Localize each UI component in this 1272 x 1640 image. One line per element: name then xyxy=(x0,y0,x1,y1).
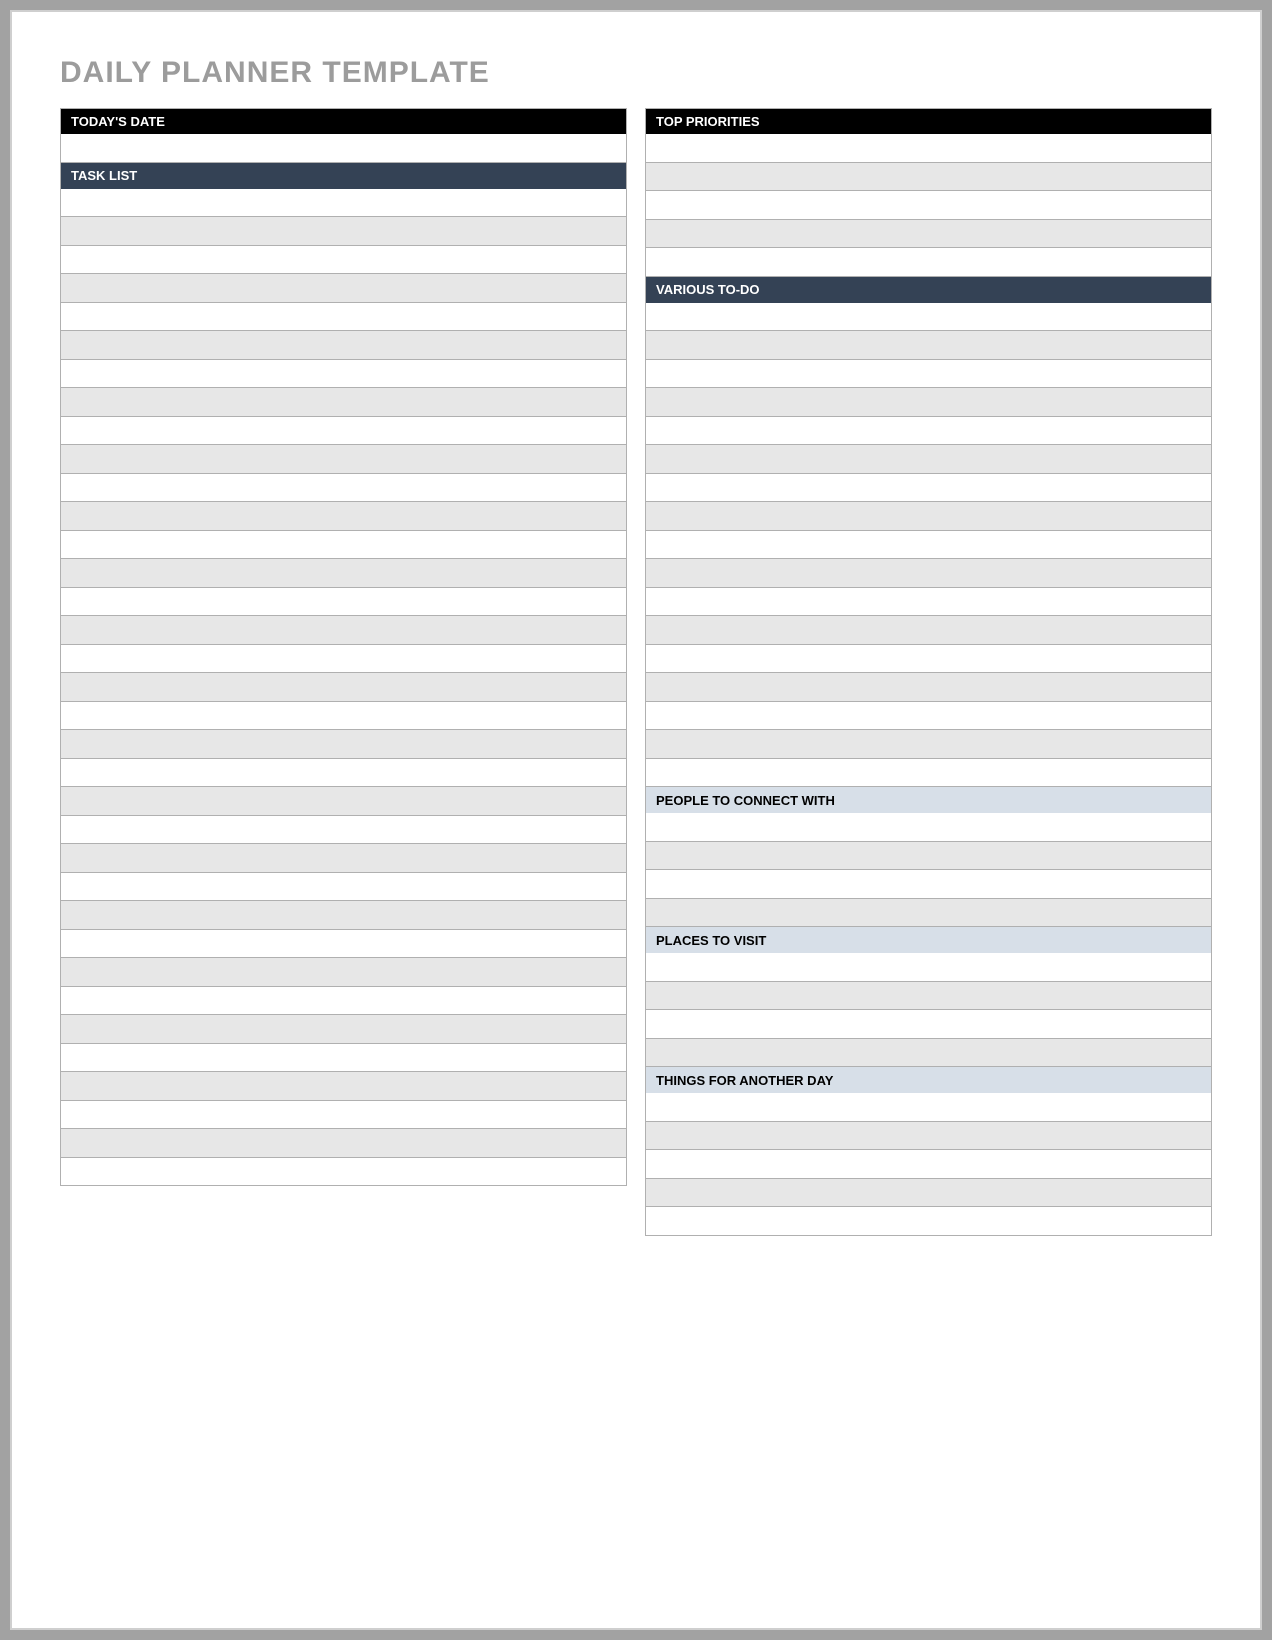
planner-row[interactable] xyxy=(60,616,627,645)
planner-row[interactable] xyxy=(60,1101,627,1130)
planner-row[interactable] xyxy=(645,388,1212,417)
planner-row[interactable] xyxy=(645,1207,1212,1236)
planner-row[interactable] xyxy=(60,531,627,560)
planner-row[interactable] xyxy=(645,1122,1212,1151)
planner-row[interactable] xyxy=(645,673,1212,702)
header-top-priorities: TOP PRIORITIES xyxy=(645,108,1212,134)
planner-row[interactable] xyxy=(645,474,1212,503)
planner-row[interactable] xyxy=(60,987,627,1016)
planner-row[interactable] xyxy=(60,1158,627,1187)
left-column: TODAY'S DATE TASK LIST xyxy=(60,108,627,1236)
planner-row[interactable] xyxy=(60,958,627,987)
planner-row[interactable] xyxy=(60,901,627,930)
planner-row[interactable] xyxy=(60,730,627,759)
planner-row[interactable] xyxy=(645,1093,1212,1122)
planner-row[interactable] xyxy=(645,417,1212,446)
planner-row[interactable] xyxy=(645,1179,1212,1208)
planner-row[interactable] xyxy=(60,645,627,674)
planner-row[interactable] xyxy=(60,1044,627,1073)
planner-row[interactable] xyxy=(60,189,627,218)
planner-row[interactable] xyxy=(60,702,627,731)
planner-row[interactable] xyxy=(645,730,1212,759)
planner-row[interactable] xyxy=(645,531,1212,560)
planner-row[interactable] xyxy=(645,1039,1212,1068)
planner-row[interactable] xyxy=(645,220,1212,249)
planner-row[interactable] xyxy=(60,331,627,360)
planner-row[interactable] xyxy=(645,360,1212,389)
planner-row[interactable] xyxy=(645,248,1212,277)
planner-row[interactable] xyxy=(645,134,1212,163)
planner-row[interactable] xyxy=(645,445,1212,474)
planner-row[interactable] xyxy=(645,616,1212,645)
planner-row[interactable] xyxy=(60,417,627,446)
planner-row[interactable] xyxy=(645,502,1212,531)
planner-row[interactable] xyxy=(60,1015,627,1044)
header-todays-date: TODAY'S DATE xyxy=(60,108,627,134)
planner-row[interactable] xyxy=(60,445,627,474)
right-column: TOP PRIORITIES VARIOUS TO-DO PEOPLE TO C… xyxy=(645,108,1212,1236)
planner-row[interactable] xyxy=(645,953,1212,982)
planner-row[interactable] xyxy=(645,982,1212,1011)
planner-row[interactable] xyxy=(60,246,627,275)
planner-row[interactable] xyxy=(645,870,1212,899)
planner-row[interactable] xyxy=(60,502,627,531)
planner-row[interactable] xyxy=(60,759,627,788)
planner-row[interactable] xyxy=(60,360,627,389)
planner-row[interactable] xyxy=(60,1072,627,1101)
planner-row[interactable] xyxy=(60,474,627,503)
planner-row[interactable] xyxy=(60,1129,627,1158)
planner-row[interactable] xyxy=(645,331,1212,360)
planner-page: DAILY PLANNER TEMPLATE TODAY'S DATE TASK… xyxy=(10,10,1262,1630)
planner-row[interactable] xyxy=(645,588,1212,617)
header-places-to-visit: PLACES TO VISIT xyxy=(645,927,1212,953)
header-task-list: TASK LIST xyxy=(60,163,627,189)
planner-row[interactable] xyxy=(60,787,627,816)
planner-row[interactable] xyxy=(60,303,627,332)
planner-row[interactable] xyxy=(645,759,1212,788)
planner-row[interactable] xyxy=(60,274,627,303)
planner-row[interactable] xyxy=(645,645,1212,674)
planner-row[interactable] xyxy=(645,163,1212,192)
planner-row[interactable] xyxy=(60,134,627,163)
header-various-todo: VARIOUS TO-DO xyxy=(645,277,1212,303)
planner-row[interactable] xyxy=(645,899,1212,928)
planner-row[interactable] xyxy=(60,217,627,246)
planner-row[interactable] xyxy=(60,388,627,417)
planner-row[interactable] xyxy=(645,1150,1212,1179)
planner-row[interactable] xyxy=(645,559,1212,588)
planner-row[interactable] xyxy=(60,588,627,617)
planner-row[interactable] xyxy=(645,842,1212,871)
planner-row[interactable] xyxy=(645,813,1212,842)
columns-wrapper: TODAY'S DATE TASK LIST TOP PRIORITIES VA… xyxy=(60,108,1212,1236)
planner-row[interactable] xyxy=(645,702,1212,731)
planner-row[interactable] xyxy=(60,844,627,873)
header-things-for-another-day: THINGS FOR ANOTHER DAY xyxy=(645,1067,1212,1093)
planner-row[interactable] xyxy=(645,191,1212,220)
planner-row[interactable] xyxy=(60,816,627,845)
planner-row[interactable] xyxy=(60,873,627,902)
planner-row[interactable] xyxy=(645,303,1212,332)
planner-row[interactable] xyxy=(60,559,627,588)
page-title: DAILY PLANNER TEMPLATE xyxy=(60,56,1212,90)
header-people-to-connect-with: PEOPLE TO CONNECT WITH xyxy=(645,787,1212,813)
planner-row[interactable] xyxy=(60,930,627,959)
planner-row[interactable] xyxy=(645,1010,1212,1039)
planner-row[interactable] xyxy=(60,673,627,702)
